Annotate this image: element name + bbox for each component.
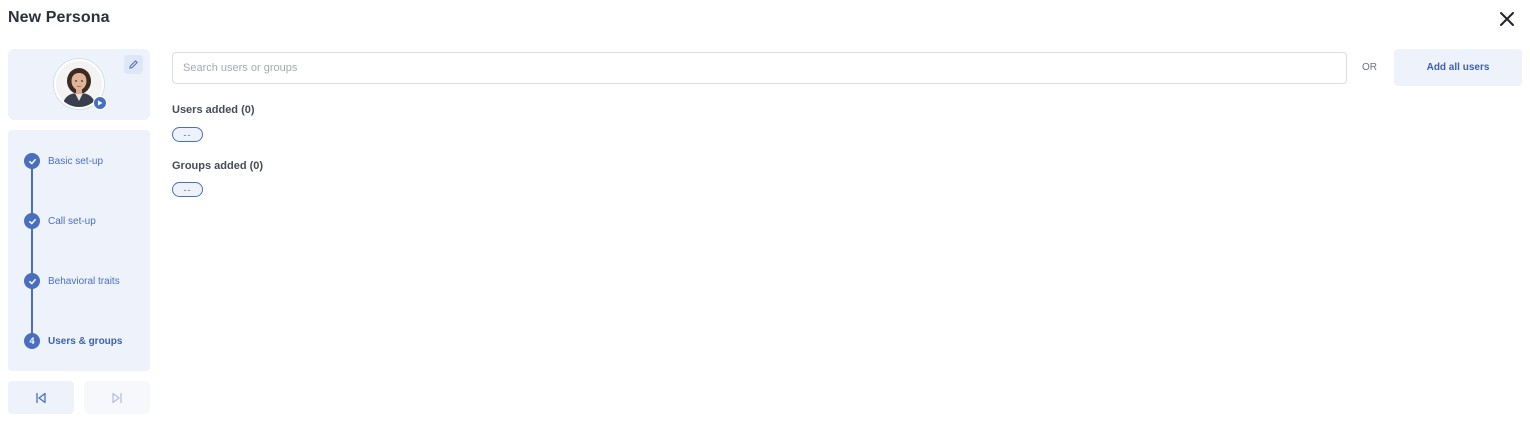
search-users-groups-input[interactable] [172,52,1347,84]
stepper-line [31,161,33,341]
users-added-heading: Users added (0) [172,104,255,116]
check-icon [28,158,36,164]
groups-added-heading: Groups added (0) [172,160,264,172]
step-label: Call set-up [48,215,96,227]
play-icon [98,100,103,106]
close-button[interactable] [1497,9,1517,29]
groups-empty-chip: -- [172,182,203,197]
step-basic-set-up[interactable]: Basic set-up [24,153,103,169]
add-all-users-button[interactable]: Add all users [1394,49,1522,86]
step-label: Users & groups [48,335,123,347]
skip-back-icon [36,392,46,403]
step-complete-marker [24,273,40,289]
step-label: Behavioral traits [48,275,120,287]
check-icon [28,218,36,224]
step-label: Basic set-up [48,155,104,167]
setup-stepper: Basic set-up Call set-up Behavioral trai… [8,130,150,371]
users-empty-chip: -- [172,127,203,142]
dialog-title: New Persona [8,9,110,26]
step-call-set-up[interactable]: Call set-up [24,213,96,229]
step-complete-marker [24,153,40,169]
pencil-icon [129,60,138,69]
previous-step-button[interactable] [8,381,74,414]
check-icon [28,278,36,284]
next-step-button[interactable] [84,381,150,414]
skip-forward-icon [112,392,122,403]
step-complete-marker [24,213,40,229]
step-users-groups[interactable]: 4 Users & groups [24,333,122,349]
close-icon [1500,12,1514,26]
persona-avatar-card [8,49,150,120]
play-voice-button[interactable] [93,96,107,110]
step-behavioral-traits[interactable]: Behavioral traits [24,273,120,289]
edit-avatar-button[interactable] [124,55,143,74]
or-separator: OR [1362,62,1377,73]
step-number-marker: 4 [24,333,40,349]
